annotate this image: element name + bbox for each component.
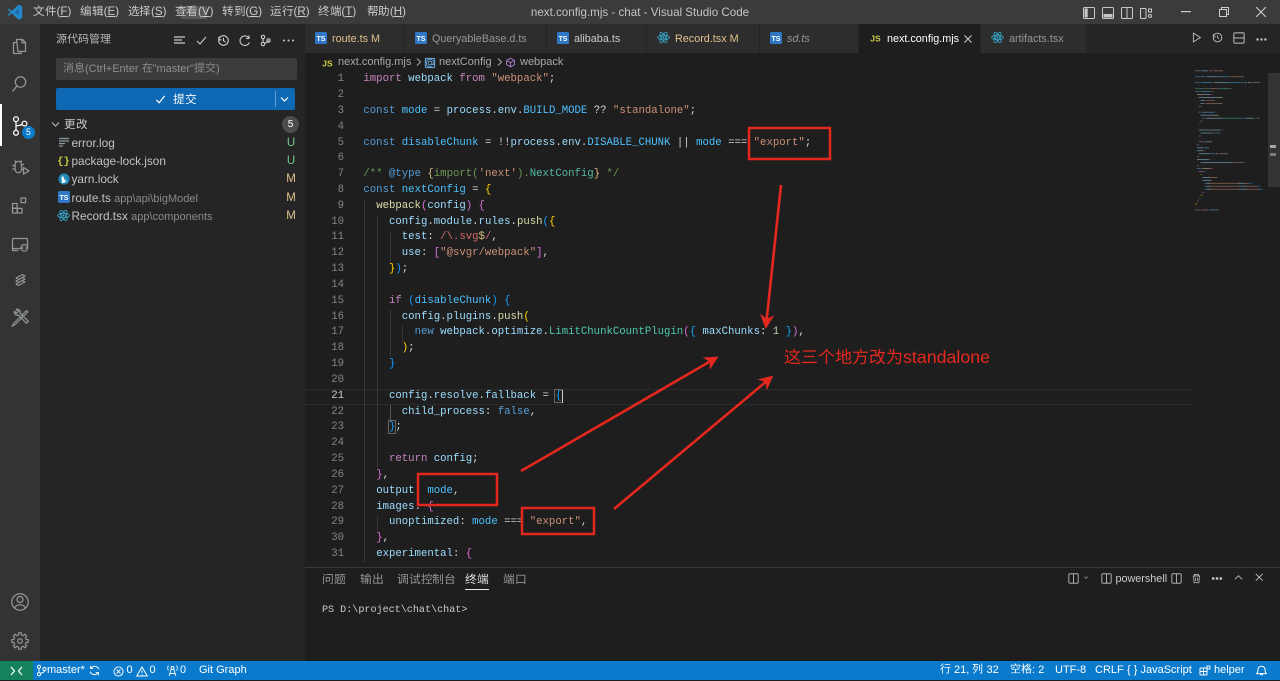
svg-text:TS: TS xyxy=(559,36,568,43)
svg-text:TS: TS xyxy=(417,36,426,43)
svg-text:{}: {} xyxy=(57,156,70,167)
svg-text:TS: TS xyxy=(317,36,326,43)
svg-text:TS: TS xyxy=(59,195,68,202)
svg-text:TS: TS xyxy=(772,36,781,43)
svg-text:JS: JS xyxy=(870,34,881,44)
svg-text:JS: JS xyxy=(322,58,333,68)
